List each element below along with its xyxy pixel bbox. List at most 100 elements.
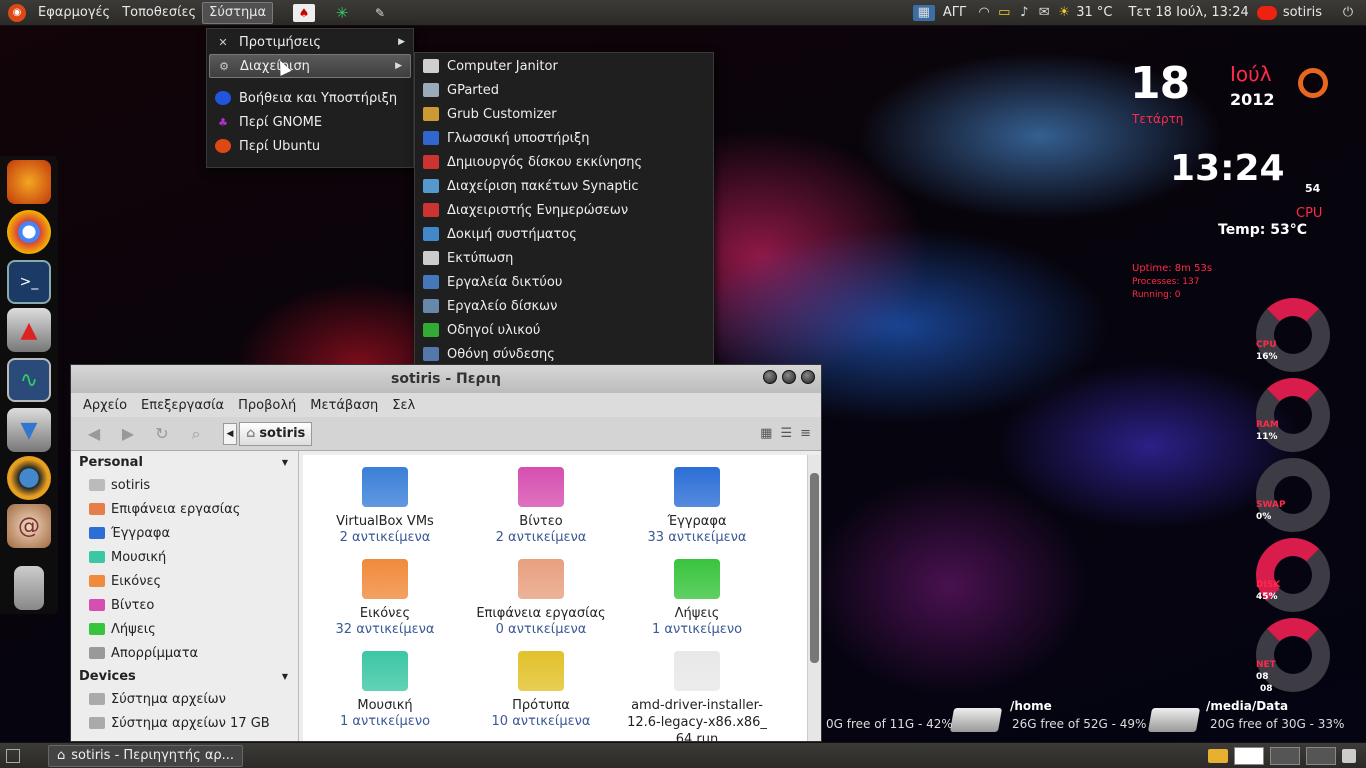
admin-menu-item[interactable]: Εργαλεία δικτύου <box>415 270 713 294</box>
search-icon[interactable]: ⌕ <box>183 423 209 445</box>
volume-icon[interactable]: ♪ <box>1014 5 1034 21</box>
trash-icon[interactable] <box>1342 748 1356 763</box>
terminal-icon[interactable]: >_ <box>7 260 51 304</box>
admin-menu-item[interactable]: Εργαλείο δίσκων <box>415 294 713 318</box>
menu-item-about-gnome[interactable]: ♣ Περί GNOME <box>207 110 413 134</box>
gauge-value: 16% <box>1256 352 1278 362</box>
window-titlebar[interactable]: sotiris - Περιη <box>71 365 821 393</box>
file-item[interactable]: VirtualBox VMs 2 αντικείμενα <box>305 467 465 545</box>
admin-menu-item[interactable]: Γλωσσική υποστήριξη <box>415 126 713 150</box>
file-view: VirtualBox VMs 2 αντικείμενα Βίντεο 2 αντικ… <box>303 455 807 741</box>
minimize-button[interactable] <box>763 370 777 384</box>
sidebar-item[interactable]: Εικόνες <box>71 569 298 593</box>
list-view-icon[interactable]: ☰ <box>780 426 792 441</box>
firefox-icon[interactable] <box>7 160 51 204</box>
reload-icon[interactable]: ↻ <box>149 423 175 445</box>
folder-icon <box>89 599 105 611</box>
back-arrow-icon[interactable]: ◀ <box>81 423 107 445</box>
menu-system[interactable]: Σύστημα <box>202 1 274 24</box>
wifi-icon[interactable]: ◠ <box>974 5 994 21</box>
admin-menu-item[interactable]: Δοκιμή συστήματος <box>415 222 713 246</box>
keyboard-layout[interactable]: ΑΓΓ <box>943 5 966 20</box>
clock[interactable]: Τετ 18 Ιούλ, 13:24 <box>1128 5 1248 20</box>
system-monitor-icon[interactable]: ∿ <box>7 358 51 402</box>
maximize-button[interactable] <box>782 370 796 384</box>
sidebar-item[interactable]: Απορρίμματα <box>71 641 298 665</box>
vertical-scrollbar[interactable] <box>807 455 821 741</box>
breadcrumb-home[interactable]: ⌂ sotiris <box>239 421 313 446</box>
taskbar-button-file-manager[interactable]: ⌂ sotiris - Περιηγητής αρ... <box>48 744 244 767</box>
menu-edit[interactable]: Επεξεργασία <box>141 398 224 413</box>
menu-item-help[interactable]: Βοήθεια και Υποστήριξη <box>207 86 413 110</box>
battery-icon[interactable]: ▭ <box>994 5 1014 21</box>
file-item[interactable]: Έγγραφα 33 αντικείμενα <box>617 467 777 545</box>
menu-item-administration[interactable]: ⚙ Διαχείριση ▶ <box>209 54 411 78</box>
menu-applications[interactable]: Εφαρμογές <box>32 2 116 24</box>
admin-menu-item[interactable]: Διαχείριση πακέτων Synaptic <box>415 174 713 198</box>
admin-menu-item[interactable]: Οδηγοί υλικού <box>415 318 713 342</box>
admin-menu-item[interactable]: Computer Janitor <box>415 54 713 78</box>
chrome-icon[interactable] <box>7 210 51 254</box>
file-item[interactable]: Πρότυπα 10 αντικείμενα <box>461 651 621 729</box>
compact-view-icon[interactable]: ≡ <box>800 426 811 441</box>
sidebar-item[interactable]: Επιφάνεια εργασίας <box>71 497 298 521</box>
file-item[interactable]: Βίντεο 2 αντικείμενα <box>461 467 621 545</box>
file-item[interactable]: Λήψεις 1 αντικείμενο <box>617 559 777 637</box>
color-dots-icon[interactable]: ✳ <box>331 4 353 22</box>
admin-item-icon <box>423 155 439 169</box>
sidebar-devices-header[interactable]: Devices ▼ <box>71 665 298 687</box>
workspace-1[interactable] <box>1234 746 1264 765</box>
menu-file[interactable]: Αρχείο <box>83 398 127 413</box>
download-drive-icon[interactable]: ▼ <box>7 408 51 452</box>
admin-menu-item[interactable]: GParted <box>415 78 713 102</box>
file-item[interactable]: Επιφάνεια εργασίας 0 αντικείμενα <box>461 559 621 637</box>
sidebar-item[interactable]: Βίντεο <box>71 593 298 617</box>
sidebar-personal-header[interactable]: Personal ▼ <box>71 451 298 473</box>
forward-arrow-icon[interactable]: ▶ <box>115 423 141 445</box>
file-item[interactable]: Μουσική 1 αντικείμενο <box>305 651 465 729</box>
scrollbar-thumb[interactable] <box>810 473 819 663</box>
sidebar-item[interactable]: Έγγραφα <box>71 521 298 545</box>
map-icon[interactable]: ▦ <box>912 4 935 21</box>
upload-drive-icon[interactable]: ▲ <box>7 308 51 352</box>
weather-temperature[interactable]: 31 °C <box>1076 5 1112 20</box>
file-item[interactable]: amd-driver-installer-12.6-legacy-x86.x86… <box>617 651 777 741</box>
weather-icon[interactable]: ☀ <box>1054 5 1074 21</box>
file-name: Επιφάνεια εργασίας <box>476 606 606 621</box>
menu-item-preferences[interactable]: ✕ Προτιμήσεις ▶ <box>207 30 413 54</box>
menu-places[interactable]: Τοποθεσίες <box>116 2 202 24</box>
text-editor-icon[interactable]: ✎ <box>369 4 391 22</box>
menu-view[interactable]: Προβολή <box>238 398 296 413</box>
sidebar-item[interactable]: sotiris <box>71 473 298 497</box>
power-icon[interactable]: ⏻ <box>1338 5 1358 21</box>
admin-menu-item[interactable]: Οθόνη σύνδεσης <box>415 342 713 366</box>
icon-view-icon[interactable]: ▦ <box>760 426 772 441</box>
trash-icon[interactable] <box>14 566 44 610</box>
sidebar-item[interactable]: Σύστημα αρχείων 17 GB <box>71 711 298 735</box>
menu-item-about-ubuntu[interactable]: Περί Ubuntu <box>207 134 413 158</box>
settings-gear-icon[interactable] <box>7 456 51 500</box>
breadcrumb-left-icon[interactable]: ◀ <box>223 422 237 445</box>
workspace-2[interactable] <box>1270 746 1300 765</box>
workspace-3[interactable] <box>1306 746 1336 765</box>
chat-status-icon[interactable] <box>1256 5 1277 20</box>
admin-menu-item[interactable]: Grub Customizer <box>415 102 713 126</box>
admin-menu-item[interactable]: Εκτύπωση <box>415 246 713 270</box>
sidebar-item[interactable]: Μουσική <box>71 545 298 569</box>
cards-game-icon[interactable]: ♠ <box>293 3 316 22</box>
show-desktop-icon[interactable] <box>6 748 20 763</box>
folder-icon <box>362 651 408 691</box>
mail-icon[interactable]: ✉ <box>1034 5 1054 21</box>
menu-bookmarks[interactable]: Σελ <box>392 398 415 413</box>
admin-menu-item[interactable]: Διαχειριστής Ενημερώσεων <box>415 198 713 222</box>
menu-go[interactable]: Μετάβαση <box>310 398 378 413</box>
sidebar-item[interactable]: Λήψεις <box>71 617 298 641</box>
close-button[interactable] <box>801 370 815 384</box>
sidebar-item[interactable]: Σύστημα αρχείων <box>71 687 298 711</box>
seashell-icon[interactable]: @ <box>7 504 51 548</box>
user-name[interactable]: sotiris <box>1283 5 1322 20</box>
folder-icon[interactable] <box>1208 748 1228 763</box>
file-item[interactable]: Εικόνες 32 αντικείμενα <box>305 559 465 637</box>
admin-menu-item[interactable]: Δημιουργός δίσκου εκκίνησης <box>415 150 713 174</box>
ubuntu-logo-icon[interactable]: ◉ <box>8 3 26 22</box>
